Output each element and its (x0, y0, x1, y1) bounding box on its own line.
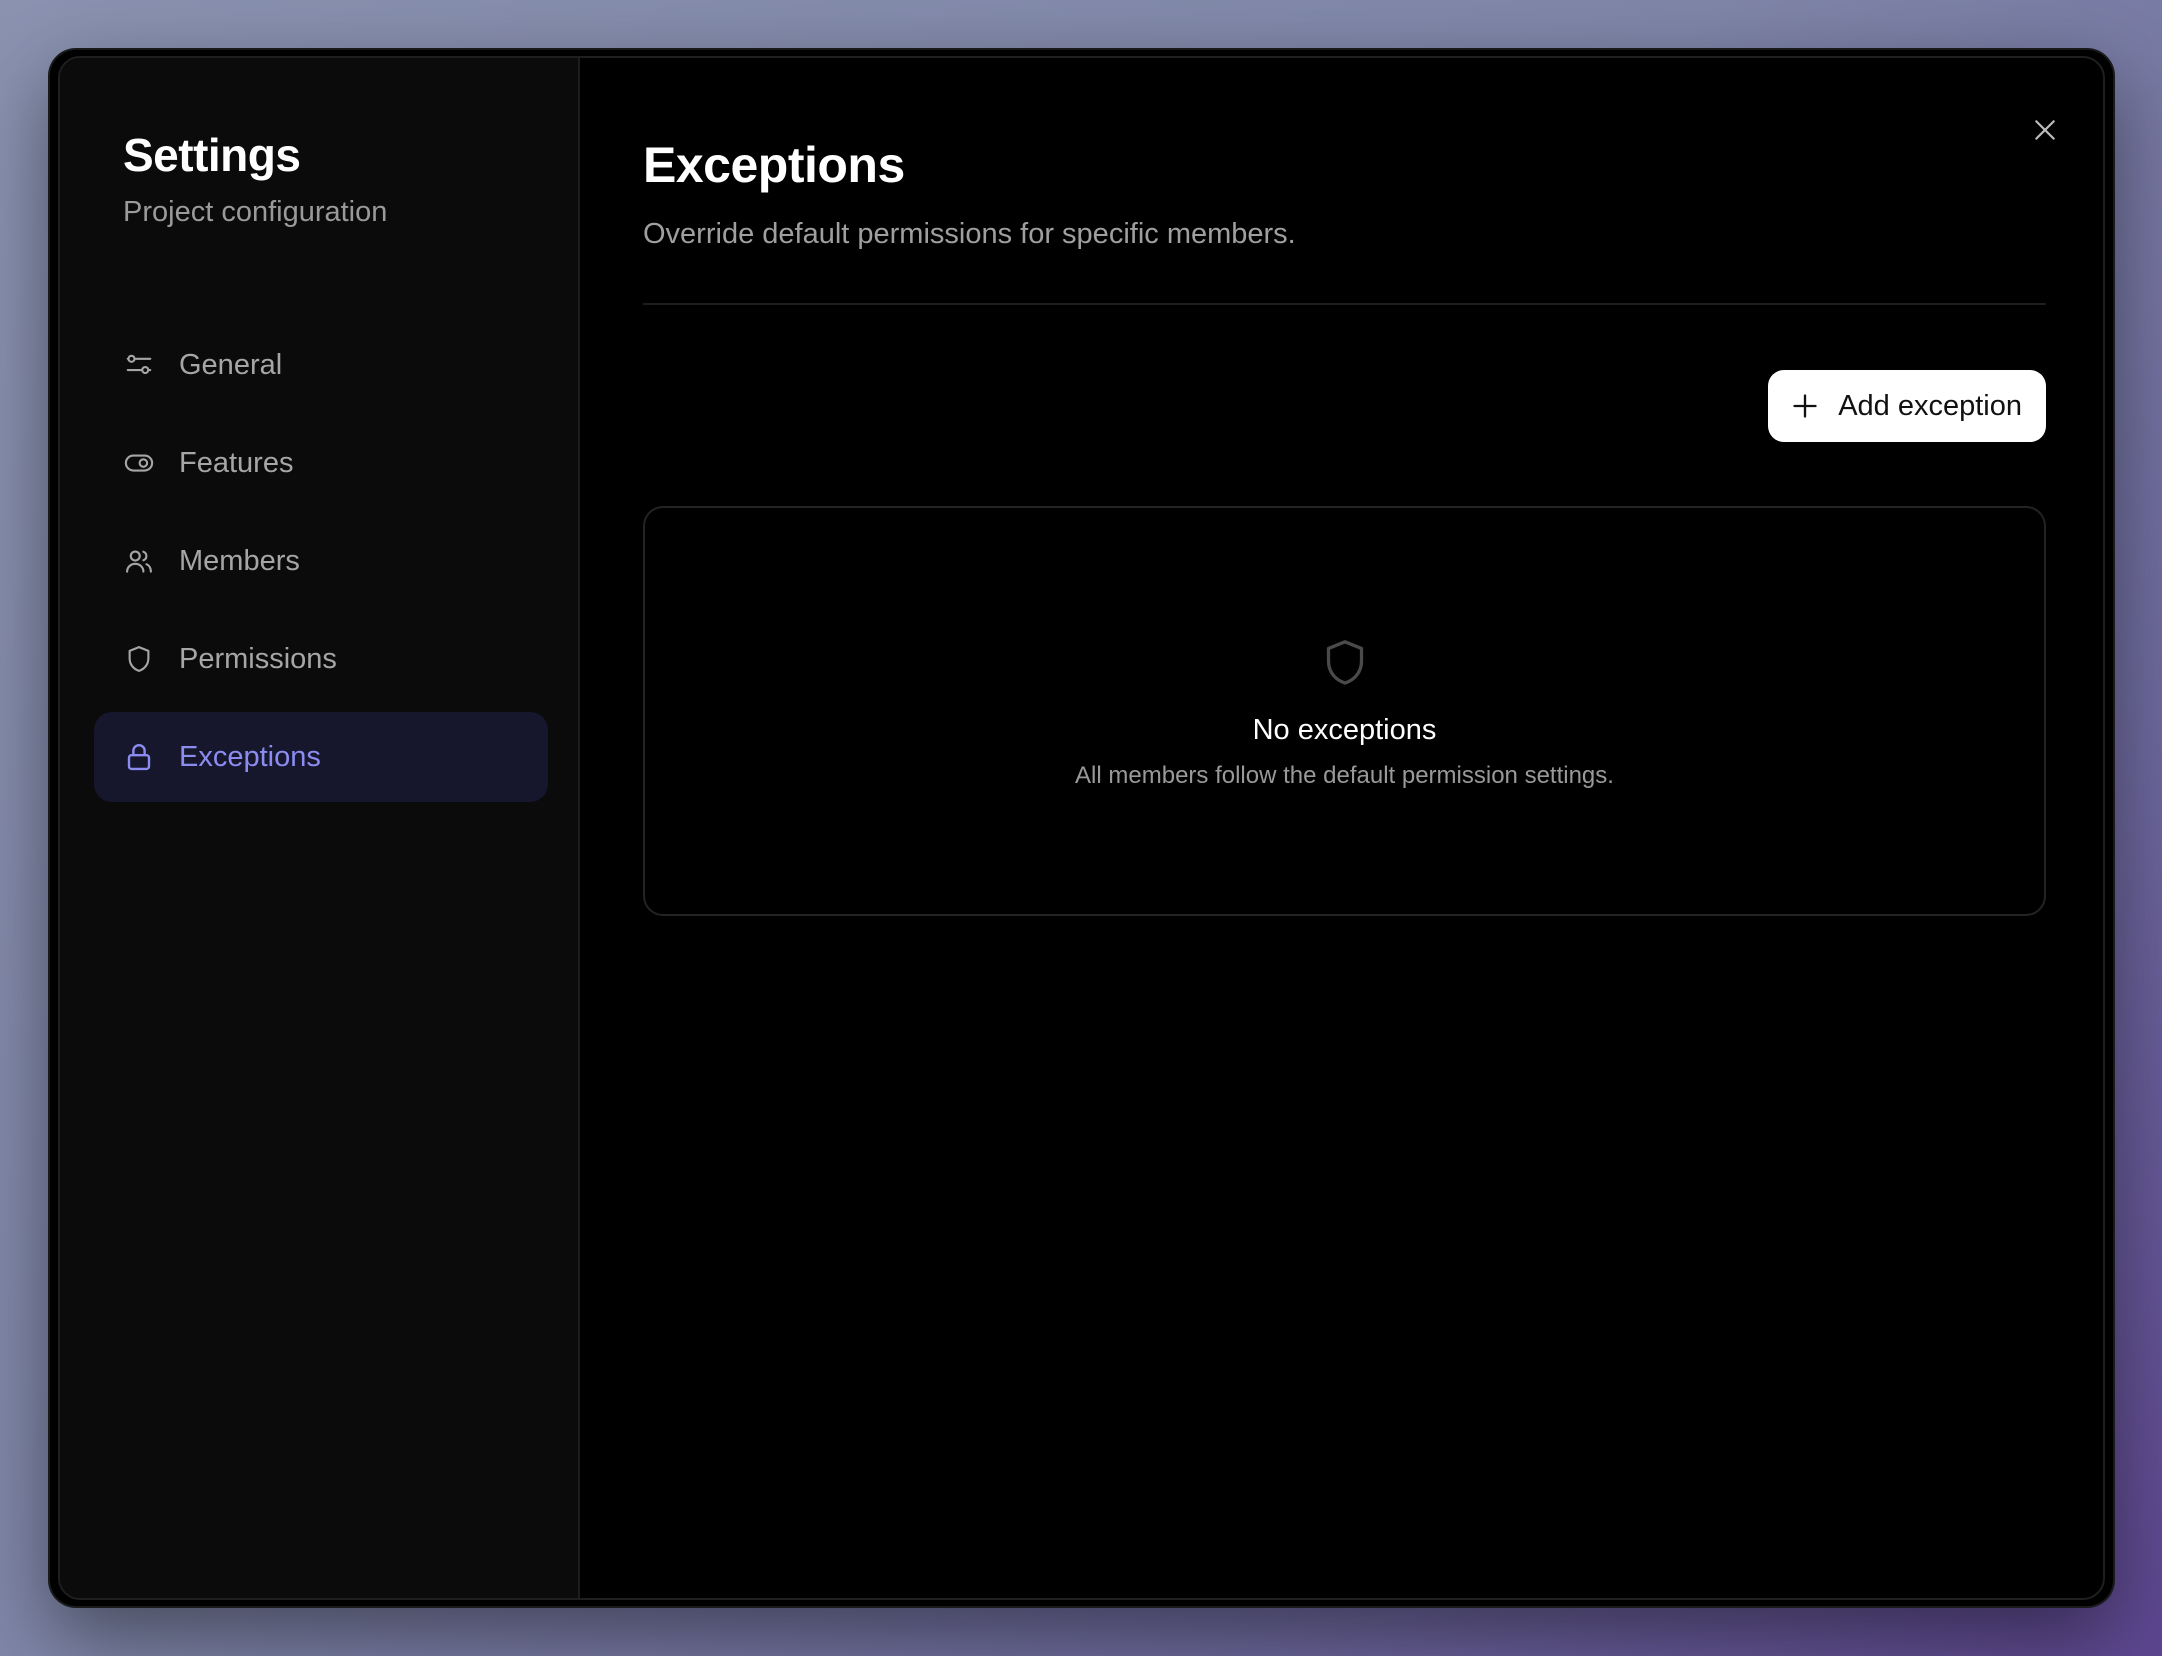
sidebar-item-members[interactable]: Members (94, 516, 548, 606)
page-title: Exceptions (643, 137, 905, 193)
dialog-frame: Settings Project configuration General F… (58, 56, 2105, 1600)
empty-state-description: All members follow the default permissio… (1075, 762, 1614, 789)
empty-state-title: No exceptions (1252, 714, 1437, 746)
sidebar-subtitle: Project configuration (123, 196, 388, 228)
sidebar-title: Settings (123, 129, 301, 181)
sidebar-item-label: Features (179, 446, 294, 479)
page-description: Override default permissions for specifi… (643, 218, 1296, 250)
close-icon (2035, 120, 2055, 140)
sidebar-item-exceptions[interactable]: Exceptions (94, 712, 548, 802)
sidebar-item-general[interactable]: General (94, 320, 548, 410)
divider (643, 303, 2046, 305)
plus-icon (1790, 391, 1820, 421)
close-button[interactable] (2027, 112, 2063, 148)
sidebar-nav: General Features Members Permissions Exc… (94, 320, 548, 810)
empty-state-card: No exceptions All members follow the def… (643, 506, 2046, 916)
lock-icon (123, 741, 155, 773)
sidebar-item-label: General (179, 348, 283, 381)
sidebar-item-features[interactable]: Features (94, 418, 548, 508)
add-exception-button[interactable]: Add exception (1768, 370, 2046, 442)
users-icon (123, 545, 155, 577)
sidebar-item-permissions[interactable]: Permissions (94, 614, 548, 704)
sidebar-item-label: Members (179, 544, 300, 577)
add-exception-label: Add exception (1838, 389, 2022, 422)
sidebar-item-label: Exceptions (179, 740, 321, 773)
main-content: Exceptions Override default permissions … (580, 58, 2103, 1598)
sidebar-item-label: Permissions (179, 642, 337, 675)
shield-icon (1326, 640, 1363, 685)
settings-dialog: Settings Project configuration General F… (50, 50, 2113, 1606)
shield-icon (123, 643, 155, 675)
sliders-icon (123, 349, 155, 381)
toggle-icon (123, 447, 155, 479)
sidebar: Settings Project configuration General F… (60, 58, 580, 1598)
